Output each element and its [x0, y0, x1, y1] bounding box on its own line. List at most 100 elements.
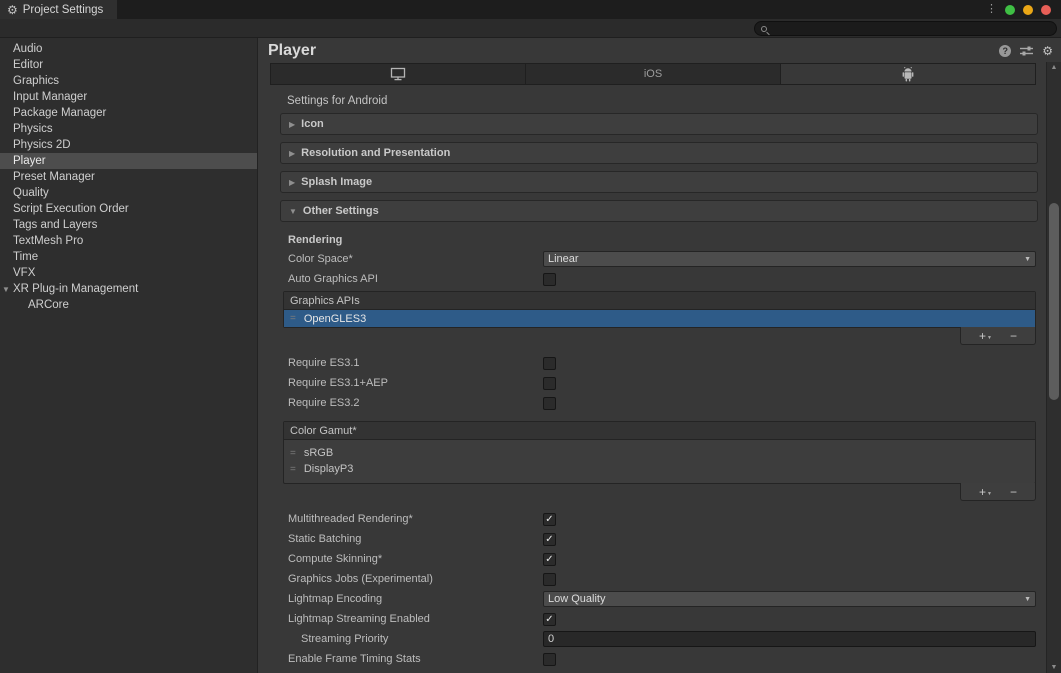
traffic-light-red[interactable] — [1041, 5, 1051, 15]
section-title: Other Settings — [303, 205, 379, 217]
panel-body: iOS — [258, 62, 1061, 673]
kebab-menu-icon[interactable]: ⋮ — [986, 4, 997, 15]
list-item-opengles3[interactable]: = OpenGLES3 — [284, 310, 1035, 327]
sidebar-item-textmesh-pro[interactable]: TextMesh Pro — [0, 233, 257, 249]
sidebar-item-physics[interactable]: Physics — [0, 121, 257, 137]
require-es32-checkbox[interactable]: ✓ — [543, 397, 556, 410]
tab-standalone[interactable] — [271, 64, 526, 84]
tab-label: iOS — [644, 68, 662, 80]
add-button[interactable]: +▼ — [979, 330, 992, 342]
sidebar-item-audio[interactable]: Audio — [0, 41, 257, 57]
sidebar-item-arcore[interactable]: ARCore — [0, 297, 257, 313]
graphics-apis-list-footer: +▼ − — [960, 327, 1036, 345]
sidebar-item-label: Player — [13, 155, 46, 167]
sidebar-item-quality[interactable]: Quality — [0, 185, 257, 201]
row-color-space: Color Space* Linear ▼ — [258, 249, 1036, 269]
sidebar-item-vfx[interactable]: VFX — [0, 265, 257, 281]
auto-graphics-api-checkbox[interactable]: ✓ — [543, 273, 556, 286]
sidebar-item-editor[interactable]: Editor — [0, 57, 257, 73]
sidebar-item-tags-and-layers[interactable]: Tags and Layers — [0, 217, 257, 233]
chevron-down-icon[interactable]: ▼ — [2, 285, 13, 294]
compute-skinning-checkbox[interactable]: ✓ — [543, 553, 556, 566]
list-item-label: sRGB — [304, 447, 333, 459]
android-icon — [901, 67, 915, 82]
scrollbar-thumb[interactable] — [1049, 203, 1059, 400]
sidebar-item-label: Input Manager — [13, 91, 87, 103]
sidebar-item-physics-2d[interactable]: Physics 2D — [0, 137, 257, 153]
section-splash-image[interactable]: ▶ Splash Image — [280, 171, 1038, 193]
titlebar: ⚙ Project Settings ⋮ — [0, 0, 1061, 19]
streaming-priority-input[interactable] — [543, 631, 1036, 647]
section-resolution-and-presentation[interactable]: ▶ Resolution and Presentation — [280, 142, 1038, 164]
graphics-jobs-checkbox[interactable]: ✓ — [543, 573, 556, 586]
field-label: Require ES3.1+AEP — [288, 377, 543, 389]
gear-icon: ⚙ — [7, 4, 18, 16]
drag-handle-icon[interactable]: = — [290, 464, 296, 475]
sidebar-item-label: Audio — [13, 43, 42, 55]
section-other-settings[interactable]: ▼ Other Settings — [280, 200, 1038, 222]
search-input[interactable] — [754, 21, 1057, 36]
field-label: Multithreaded Rendering* — [288, 513, 543, 525]
graphics-apis-list: Graphics APIs = OpenGLES3 — [283, 291, 1036, 328]
list-item-displayp3[interactable]: = DisplayP3 — [284, 461, 1035, 477]
sidebar-item-preset-manager[interactable]: Preset Manager — [0, 169, 257, 185]
tab-android[interactable] — [781, 64, 1035, 84]
row-lightmap-streaming: Lightmap Streaming Enabled ✓ — [258, 609, 1036, 629]
color-space-dropdown[interactable]: Linear ▼ — [543, 251, 1036, 267]
sidebar-item-label: Quality — [13, 187, 49, 199]
list-item-label: DisplayP3 — [304, 463, 354, 475]
settings-category-list: Audio Editor Graphics Input Manager Pack… — [0, 38, 258, 673]
scroll-up-icon[interactable]: ▲ — [1047, 64, 1061, 71]
presets-icon[interactable] — [1020, 45, 1033, 57]
drag-handle-icon[interactable]: = — [290, 448, 296, 459]
listbox-title: Graphics APIs — [290, 295, 360, 307]
sidebar-item-label: Preset Manager — [13, 171, 95, 183]
frame-timing-stats-checkbox[interactable]: ✓ — [543, 653, 556, 666]
list-item-srgb[interactable]: = sRGB — [284, 445, 1035, 461]
row-lightmap-encoding: Lightmap Encoding Low Quality ▼ — [258, 589, 1036, 609]
chevron-right-icon: ▶ — [289, 149, 295, 158]
platform-tab-bar: iOS — [270, 63, 1036, 85]
lightmap-encoding-dropdown[interactable]: Low Quality ▼ — [543, 591, 1036, 607]
lightmap-streaming-checkbox[interactable]: ✓ — [543, 613, 556, 626]
sidebar-item-time[interactable]: Time — [0, 249, 257, 265]
minus-icon: − — [1010, 486, 1017, 498]
sidebar-item-player[interactable]: Player — [0, 153, 257, 169]
sidebar-item-input-manager[interactable]: Input Manager — [0, 89, 257, 105]
sidebar-item-label: VFX — [13, 267, 35, 279]
sidebar-item-label: Physics — [13, 123, 53, 135]
sidebar-item-package-manager[interactable]: Package Manager — [0, 105, 257, 121]
row-auto-graphics-api: Auto Graphics API ✓ — [258, 269, 1036, 289]
row-graphics-jobs: Graphics Jobs (Experimental) ✓ — [258, 569, 1036, 589]
row-streaming-priority: Streaming Priority — [258, 629, 1036, 649]
row-require-es31aep: Require ES3.1+AEP ✓ — [258, 373, 1036, 393]
gear-icon[interactable]: ⚙ — [1042, 45, 1053, 57]
traffic-light-yellow[interactable] — [1023, 5, 1033, 15]
help-icon[interactable]: ? — [999, 45, 1011, 57]
remove-button[interactable]: − — [1010, 486, 1017, 498]
chevron-down-icon: ▼ — [1024, 256, 1031, 263]
static-batching-checkbox[interactable]: ✓ — [543, 533, 556, 546]
window-tab-project-settings[interactable]: ⚙ Project Settings — [0, 0, 117, 19]
scroll-content: iOS — [258, 62, 1046, 673]
color-gamut-header: Color Gamut* — [284, 422, 1035, 440]
sidebar-item-label: TextMesh Pro — [13, 235, 83, 247]
require-es31aep-checkbox[interactable]: ✓ — [543, 377, 556, 390]
section-icon[interactable]: ▶ Icon — [280, 113, 1038, 135]
vertical-scrollbar[interactable]: ▲ ▼ — [1046, 62, 1061, 673]
plus-icon: + — [979, 486, 986, 498]
traffic-light-green[interactable] — [1005, 5, 1015, 15]
sidebar-item-script-execution-order[interactable]: Script Execution Order — [0, 201, 257, 217]
require-es31-checkbox[interactable]: ✓ — [543, 357, 556, 370]
sidebar-item-xr-plugin-management[interactable]: ▼ XR Plug-in Management — [0, 281, 257, 297]
sidebar-item-graphics[interactable]: Graphics — [0, 73, 257, 89]
chevron-down-icon: ▼ — [1024, 596, 1031, 603]
multithreaded-rendering-checkbox[interactable]: ✓ — [543, 513, 556, 526]
remove-button[interactable]: − — [1010, 330, 1017, 342]
add-button[interactable]: +▼ — [979, 486, 992, 498]
tab-ios[interactable]: iOS — [526, 64, 781, 84]
scroll-down-icon[interactable]: ▼ — [1047, 664, 1061, 671]
listbox-title: Color Gamut* — [290, 425, 357, 437]
settings-for-label: Settings for Android — [287, 95, 1046, 107]
drag-handle-icon[interactable]: = — [290, 313, 296, 324]
